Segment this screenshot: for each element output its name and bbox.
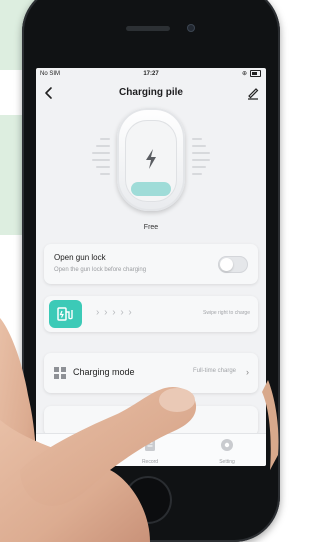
page-title: Charging pile (119, 87, 183, 98)
gun-lock-card: Open gun lock Open the gun lock before c… (44, 244, 258, 284)
gear-icon (221, 439, 233, 451)
tab-setting[interactable]: Setting (202, 438, 252, 465)
chevron-right-icon: › (246, 367, 249, 377)
gun-lock-title: Open gun lock (54, 253, 106, 262)
edit-icon[interactable] (246, 86, 260, 100)
status-bar: No SIM 17:27 ⊕ (36, 68, 266, 80)
grid-icon (54, 367, 66, 379)
phone-frame: No SIM 17:27 ⊕ Charging pile Free Open g… (22, 0, 280, 542)
phone-camera (187, 24, 195, 32)
tab-bar: Record Setting (36, 433, 266, 466)
charging-mode-label: Charging mode (73, 367, 135, 377)
tab-record-label: Record (141, 459, 159, 465)
pile-status-text: Free (143, 224, 159, 231)
charge-level-indicator (131, 182, 171, 196)
settings-card-partial[interactable] (44, 406, 258, 436)
battery-icon (250, 70, 261, 77)
gun-lock-subtitle: Open the gun lock before charging (54, 267, 147, 273)
phone-speaker (126, 26, 170, 31)
record-icon (145, 439, 155, 451)
swipe-arrows: › › › › › (96, 307, 133, 318)
gun-lock-toggle[interactable] (218, 256, 248, 273)
charging-mode-row[interactable]: Charging mode Full-time charge › (44, 353, 258, 393)
toggle-knob (220, 258, 233, 271)
swipe-to-charge-slider[interactable]: › › › › › Swipe right to charge (44, 296, 258, 332)
status-time: 17:27 (143, 71, 159, 77)
charging-pile-window (125, 120, 177, 202)
swipe-hint: Swipe right to charge (203, 310, 250, 316)
decorative-lines (192, 138, 210, 186)
tab-record[interactable]: Record (125, 438, 175, 465)
nav-bar: Charging pile (36, 80, 266, 106)
charging-mode-value: Full-time charge (192, 368, 236, 374)
charging-pile-illustration (66, 108, 236, 228)
phone-home-button[interactable] (124, 476, 172, 524)
charging-pile-body (117, 108, 185, 211)
charger-plug-icon (57, 307, 73, 321)
decorative-lines (92, 138, 110, 186)
orientation-lock-icon: ⊕ (241, 71, 247, 77)
lightning-bolt-icon (146, 149, 156, 169)
tab-setting-label: Setting (219, 459, 235, 465)
status-indicators: ⊕ (242, 70, 261, 77)
swipe-handle[interactable] (49, 300, 82, 328)
app-screen: No SIM 17:27 ⊕ Charging pile Free Open g… (36, 68, 266, 466)
